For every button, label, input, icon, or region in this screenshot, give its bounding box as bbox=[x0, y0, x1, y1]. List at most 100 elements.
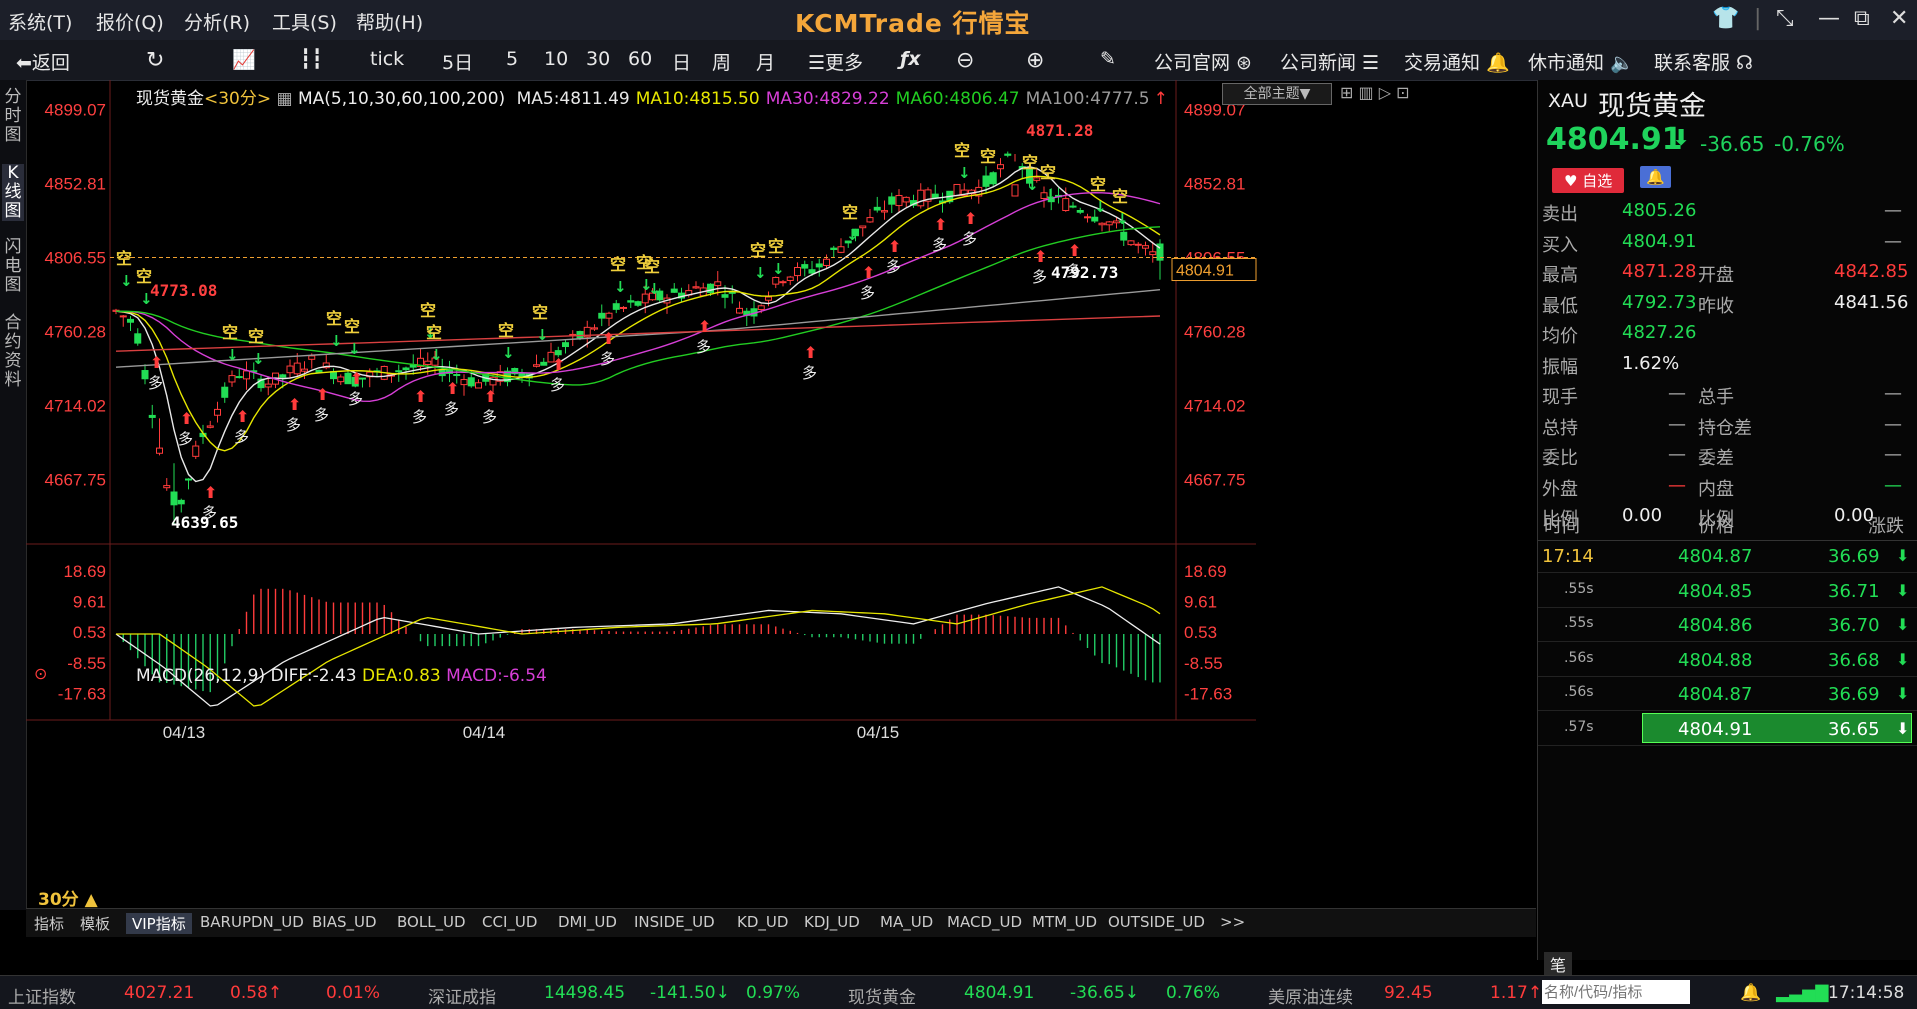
app-brand: KCMTrade 行情宝 bbox=[795, 9, 1031, 38]
tab-contract-info[interactable]: 合约资料 bbox=[2, 314, 24, 390]
quote-row-value: — bbox=[1668, 444, 1686, 465]
period-10min[interactable]: 10 bbox=[544, 48, 568, 70]
row-divider bbox=[1538, 641, 1917, 642]
short-signal: 空 bbox=[1090, 175, 1106, 194]
tick-change: 36.69 bbox=[1828, 684, 1880, 705]
long-signal: 多 bbox=[148, 374, 163, 392]
watchlist-button[interactable]: ♥ 自选 bbox=[1552, 168, 1625, 193]
close-icon[interactable]: ✕ bbox=[1890, 6, 1908, 31]
link-holiday-notice[interactable]: 休市通知 🔈 bbox=[1528, 48, 1634, 75]
menu-quote[interactable]: 报价(Q) bbox=[96, 8, 164, 35]
period-60min[interactable]: 60 bbox=[628, 48, 652, 70]
period-day[interactable]: 日 bbox=[672, 48, 691, 75]
candle-body bbox=[881, 210, 888, 213]
candlestick-icon[interactable]: ┇┇ bbox=[300, 48, 323, 70]
status-index-name[interactable]: 现货黄金 bbox=[848, 983, 916, 1008]
panel-divider bbox=[1538, 540, 1917, 541]
minimize-icon[interactable]: — bbox=[1818, 6, 1840, 31]
left-view-tabs: 分时图 K线图 闪电图 合约资料 bbox=[0, 80, 27, 910]
menu-help[interactable]: 帮助(H) bbox=[356, 8, 423, 35]
status-index-name[interactable]: 上证指数 bbox=[8, 983, 76, 1008]
indicator-tab[interactable]: MA_UD bbox=[880, 913, 933, 931]
interval-selector[interactable]: 30分 ▲ bbox=[38, 885, 98, 910]
candle-body bbox=[1120, 231, 1128, 241]
indicator-tab[interactable]: INSIDE_UD bbox=[634, 913, 715, 931]
kline-chart[interactable]: 4899.074899.074852.814852.814806.554806.… bbox=[26, 80, 1536, 908]
alert-bell-button[interactable]: 🔔 bbox=[1640, 166, 1671, 188]
tab-time-sharing[interactable]: 分时图 bbox=[2, 88, 24, 145]
period-month[interactable]: 月 bbox=[756, 48, 775, 75]
refresh-icon[interactable]: ↻ bbox=[146, 48, 164, 73]
link-company-news[interactable]: 公司新闻 ☰ bbox=[1280, 48, 1379, 75]
theme-dropdown[interactable]: 全部主题▼ bbox=[1222, 83, 1332, 105]
indicator-tab[interactable]: KD_UD bbox=[737, 913, 788, 931]
period-week[interactable]: 周 bbox=[712, 48, 731, 75]
candle-body bbox=[156, 447, 163, 454]
quote-row-value2: 4842.85 bbox=[1834, 261, 1909, 282]
quote-row-label: 最低 bbox=[1542, 295, 1578, 317]
ma-settings-icon[interactable]: ▦ bbox=[277, 89, 293, 109]
zoom-in-icon[interactable]: ⊕ bbox=[1026, 48, 1044, 73]
status-index-pct: 0.01% bbox=[326, 983, 381, 1003]
period-30min[interactable]: 30 bbox=[586, 48, 610, 70]
status-index-change: -141.50↓ bbox=[650, 983, 730, 1003]
indicator-tab[interactable]: OUTSIDE_UD bbox=[1108, 913, 1205, 931]
menu-analysis[interactable]: 分析(R) bbox=[184, 8, 250, 35]
recent-low-label: 4792.73 bbox=[1051, 263, 1118, 282]
indicator-tab[interactable]: DMI_UD bbox=[558, 913, 617, 931]
menu-tools[interactable]: 工具(S) bbox=[272, 8, 337, 35]
candle-body bbox=[902, 196, 910, 203]
line-chart-icon[interactable]: 📈 bbox=[232, 48, 256, 71]
link-customer-service[interactable]: 联系客服 ☊ bbox=[1654, 48, 1753, 75]
target-icon[interactable]: ⊙ bbox=[34, 664, 47, 683]
menu-system[interactable]: 系统(T) bbox=[8, 8, 72, 35]
long-arrow-icon: ⬆ bbox=[1068, 241, 1081, 260]
collapse-icon[interactable]: ⤡ bbox=[1776, 6, 1794, 31]
short-arrow-icon: ↓ bbox=[348, 340, 361, 358]
indicator-tab[interactable]: BOLL_UD bbox=[397, 913, 466, 931]
indicator-tab[interactable]: 模板 bbox=[80, 913, 110, 934]
indicator-tab[interactable]: >> bbox=[1220, 913, 1245, 931]
macd-tick-left: 0.53 bbox=[73, 623, 106, 642]
candle-body bbox=[627, 300, 635, 303]
zoom-out-icon[interactable]: ⊖ bbox=[956, 48, 974, 73]
long-arrow-icon: ⬆ bbox=[804, 343, 817, 362]
status-index-name[interactable]: 美原油连续 bbox=[1268, 983, 1353, 1008]
price-tick-right: 4667.75 bbox=[1184, 471, 1245, 490]
restore-icon[interactable]: ⧉ bbox=[1854, 6, 1870, 31]
tab-flash[interactable]: 闪电图 bbox=[2, 238, 24, 295]
candle-body bbox=[1091, 216, 1099, 222]
period-5day[interactable]: 5日 bbox=[442, 48, 473, 75]
interval-label: <30分> bbox=[204, 89, 272, 109]
indicator-tab[interactable]: MACD_UD bbox=[947, 913, 1022, 931]
short-arrow-icon: ↓ bbox=[1026, 176, 1039, 194]
long-signal: 多 bbox=[860, 284, 875, 302]
search-input[interactable] bbox=[1542, 980, 1690, 1004]
indicator-tab[interactable]: KDJ_UD bbox=[804, 913, 860, 931]
status-index-name[interactable]: 深证成指 bbox=[428, 983, 496, 1008]
chart-layout-icons[interactable]: ⊞ ▥ ▷ ⊡ bbox=[1340, 83, 1410, 102]
indicator-tab[interactable]: MTM_UD bbox=[1032, 913, 1097, 931]
short-signal: 空 bbox=[1112, 187, 1128, 206]
link-official-site[interactable]: 公司官网 ⊛ bbox=[1154, 48, 1252, 75]
tick-time: .57s bbox=[1564, 718, 1594, 735]
quote-row-label: 振幅 bbox=[1542, 356, 1578, 378]
indicator-tab[interactable]: VIP指标 bbox=[126, 913, 192, 934]
notification-bell-icon[interactable]: 🔔 bbox=[1740, 983, 1761, 1003]
shirt-icon[interactable]: 👕 bbox=[1712, 6, 1739, 31]
back-button[interactable]: ⬅返回 bbox=[16, 48, 70, 75]
formula-icon[interactable]: ƒx bbox=[900, 48, 921, 70]
candle-body bbox=[286, 365, 294, 374]
indicator-tab[interactable]: 指标 bbox=[34, 913, 64, 934]
link-trade-notice[interactable]: 交易通知 🔔 bbox=[1404, 48, 1510, 75]
indicator-tab[interactable]: BIAS_UD bbox=[312, 913, 377, 931]
pencil-icon[interactable]: ✎ bbox=[1100, 48, 1116, 70]
indicator-tab[interactable]: BARUPDN_UD bbox=[200, 913, 304, 931]
tab-kline[interactable]: K线图 bbox=[2, 164, 24, 221]
period-tick[interactable]: tick bbox=[370, 48, 404, 70]
short-arrow-icon: ↓ bbox=[614, 278, 627, 296]
more-button[interactable]: ☰更多 bbox=[808, 48, 863, 75]
indicator-tab[interactable]: CCI_UD bbox=[482, 913, 537, 931]
price-tick-right: 4714.02 bbox=[1184, 397, 1245, 416]
period-5min[interactable]: 5 bbox=[506, 48, 518, 70]
